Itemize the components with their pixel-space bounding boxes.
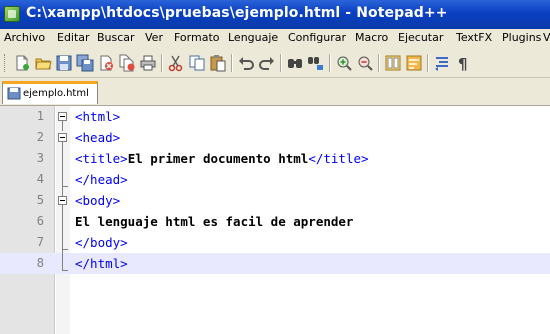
- print-icon[interactable]: [138, 53, 158, 73]
- menu-textfx[interactable]: TextFX: [456, 31, 492, 44]
- toolbar-separator: [161, 54, 163, 72]
- line-number: 6: [36, 214, 44, 228]
- text-token: El lenguaje html es facil de aprender: [75, 214, 354, 229]
- indent-guide-icon[interactable]: [432, 53, 452, 73]
- show-all-chars-icon[interactable]: ¶: [453, 53, 473, 73]
- code-text[interactable]: <head>: [75, 130, 120, 145]
- code-text[interactable]: <title>El primer documento html</title>: [75, 151, 369, 166]
- fold-end-marker: [62, 270, 68, 271]
- fold-line: [62, 142, 63, 186]
- menu-plugins[interactable]: Plugins: [502, 31, 541, 44]
- code-line[interactable]: 6 El lenguaje html es facil de aprender: [0, 211, 550, 232]
- fold-toggle-body[interactable]: [58, 196, 67, 205]
- paste-icon[interactable]: [208, 53, 228, 73]
- fold-toggle-html[interactable]: [58, 112, 67, 121]
- line-number: 3: [36, 151, 44, 165]
- code-line[interactable]: 2 <head>: [0, 127, 550, 148]
- html-tag-token: </title>: [308, 151, 369, 166]
- toolbar-separator: [231, 54, 233, 72]
- editor-area[interactable]: 1 <html> 2 <head> 3 <title>El primer document…: [0, 106, 550, 334]
- line-number: 7: [36, 235, 44, 249]
- new-file-icon[interactable]: [12, 53, 32, 73]
- save-all-icon[interactable]: [75, 53, 95, 73]
- fold-toggle-head[interactable]: [58, 133, 67, 142]
- sync-scroll-icon[interactable]: [383, 53, 403, 73]
- text-token: El primer documento html: [127, 151, 309, 166]
- fold-line: [62, 121, 63, 131]
- html-tag-token: <title>: [75, 151, 128, 166]
- menu-archivo[interactable]: Archivo: [4, 31, 45, 44]
- menu-ventana[interactable]: V: [543, 31, 550, 44]
- code-text[interactable]: </head>: [75, 172, 128, 187]
- close-icon[interactable]: [96, 53, 116, 73]
- open-file-icon[interactable]: [33, 53, 53, 73]
- save-icon[interactable]: [54, 53, 74, 73]
- code-text[interactable]: </body>: [75, 235, 128, 250]
- undo-icon[interactable]: [236, 53, 256, 73]
- html-tag-token: </html>: [75, 256, 128, 271]
- menu-ver[interactable]: Ver: [145, 31, 163, 44]
- toolbar-separator: [378, 54, 380, 72]
- toolbar: ¶: [0, 49, 550, 78]
- code-text[interactable]: </html>: [75, 256, 128, 271]
- window-title: C:\xampp\htdocs\pruebas\ejemplo.html - N…: [26, 5, 448, 21]
- code-line[interactable]: 8 </html>: [0, 253, 550, 274]
- tab-ejemplo-html[interactable]: ejemplo.html: [2, 81, 98, 104]
- code-text[interactable]: <body>: [75, 193, 120, 208]
- fold-line: [62, 205, 63, 249]
- menu-ejecutar[interactable]: Ejecutar: [398, 31, 443, 44]
- html-tag-token: <head>: [75, 130, 121, 145]
- html-tag-token: <html>: [75, 109, 121, 124]
- menu-formato[interactable]: Formato: [174, 31, 220, 44]
- code-line[interactable]: 1 <html>: [0, 106, 550, 127]
- menu-lenguaje[interactable]: Lenguaje: [228, 31, 278, 44]
- code-line[interactable]: 7 </body>: [0, 232, 550, 253]
- html-tag-token: </head>: [75, 172, 128, 187]
- toolbar-separator: [329, 54, 331, 72]
- line-number: 4: [36, 172, 44, 186]
- title-bar: C:\xampp\htdocs\pruebas\ejemplo.html - N…: [0, 0, 550, 29]
- html-tag-token: <body>: [75, 193, 121, 208]
- fold-line: [62, 186, 63, 196]
- menu-bar: Archivo Editar Buscar Ver Formato Lengua…: [0, 29, 550, 50]
- notepad-plus-plus-icon: [4, 6, 20, 22]
- menu-macro[interactable]: Macro: [355, 31, 388, 44]
- toolbar-separator: [280, 54, 282, 72]
- replace-icon[interactable]: [306, 53, 326, 73]
- code-line[interactable]: 5 <body>: [0, 190, 550, 211]
- toolbar-separator: [427, 54, 429, 72]
- copy-icon[interactable]: [187, 53, 207, 73]
- svg-text:¶: ¶: [458, 55, 468, 72]
- word-wrap-icon[interactable]: [404, 53, 424, 73]
- zoom-out-icon[interactable]: [355, 53, 375, 73]
- close-all-icon[interactable]: [117, 53, 137, 73]
- find-icon[interactable]: [285, 53, 305, 73]
- toolbar-grip[interactable]: [4, 54, 8, 72]
- tab-label: ejemplo.html: [23, 88, 89, 99]
- zoom-in-icon[interactable]: [334, 53, 354, 73]
- code-line[interactable]: 4 </head>: [0, 169, 550, 190]
- redo-icon[interactable]: [257, 53, 277, 73]
- code-line[interactable]: 3 <title>El primer documento html</title>: [0, 148, 550, 169]
- menu-buscar[interactable]: Buscar: [97, 31, 135, 44]
- menu-configurar[interactable]: Configurar: [288, 31, 346, 44]
- line-number: 2: [36, 130, 44, 144]
- html-tag-token: </body>: [75, 235, 128, 250]
- code-text[interactable]: <html>: [75, 109, 120, 124]
- line-number: 1: [36, 109, 44, 123]
- fold-line: [62, 249, 63, 270]
- line-number: 5: [36, 193, 44, 207]
- document-icon: [7, 87, 21, 100]
- document-tab-bar: ejemplo.html: [0, 78, 550, 106]
- code-text[interactable]: El lenguaje html es facil de aprender: [75, 214, 353, 229]
- line-number: 8: [36, 256, 44, 270]
- cut-icon[interactable]: [166, 53, 186, 73]
- menu-editar[interactable]: Editar: [57, 31, 90, 44]
